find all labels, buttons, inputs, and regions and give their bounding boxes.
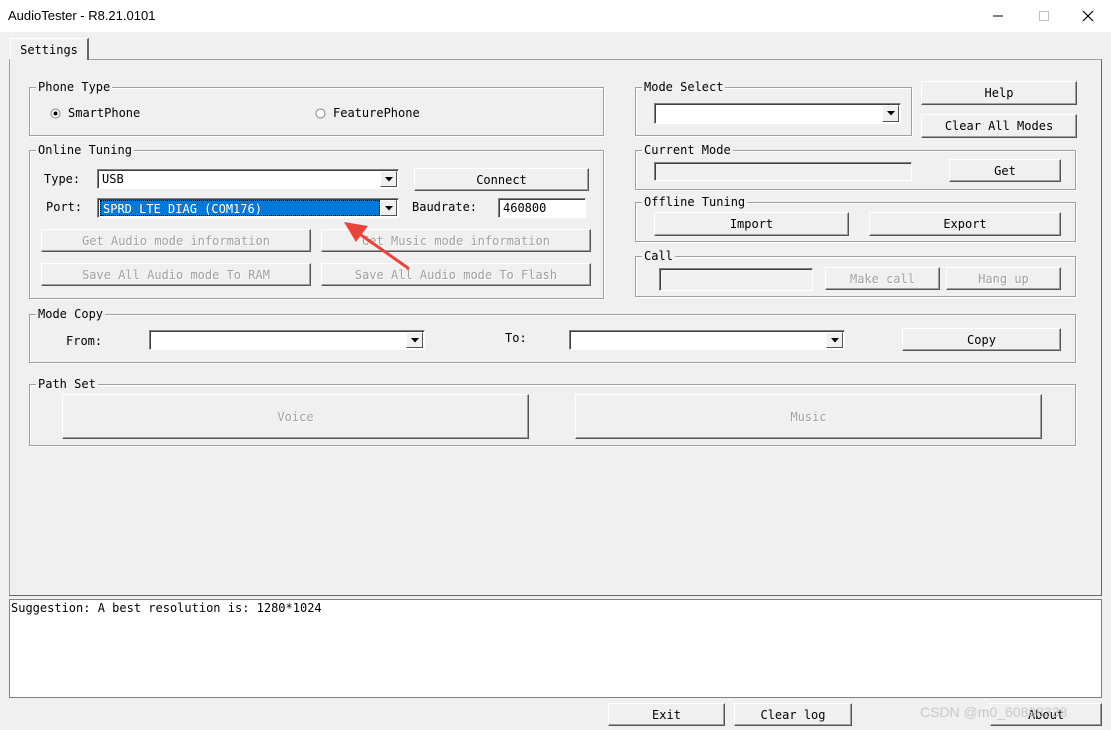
annotation-arrow [344,222,410,270]
type-combo-value: USB [102,172,124,186]
clear-log-button[interactable]: Clear log [734,703,852,726]
minimize-button[interactable] [975,0,1021,32]
get-audio-mode-button[interactable]: Get Audio mode information [41,229,311,252]
get-button[interactable]: Get [949,159,1061,182]
smartphone-radio[interactable]: SmartPhone [50,106,140,120]
call-number-field [659,268,813,291]
path-set-label: Path Set [36,377,98,391]
mode-select-arrow[interactable] [882,105,899,122]
connect-button[interactable]: Connect [414,168,589,191]
title-bar [0,0,1111,32]
type-combo[interactable]: USB [97,169,399,189]
smartphone-label: SmartPhone [68,106,141,120]
mode-select-combo[interactable] [654,103,901,124]
log-text: Suggestion: A best resolution is: 1280*1… [11,601,322,615]
save-ram-button[interactable]: Save All Audio mode To RAM [41,263,311,286]
phone-type-label: Phone Type [36,80,113,94]
baudrate-label: Baudrate: [412,200,478,214]
radio-checked-icon [50,108,61,118]
featurephone-label: FeaturePhone [333,106,420,120]
type-label: Type: [44,172,81,186]
to-combo[interactable] [569,330,845,350]
current-mode-label: Current Mode [642,143,733,157]
chevron-down-icon [384,176,393,181]
copy-button[interactable]: Copy [902,328,1061,351]
hang-up-button[interactable]: Hang up [946,267,1061,290]
minimize-icon [993,15,1003,17]
featurephone-radio[interactable]: FeaturePhone [315,106,420,120]
to-combo-arrow[interactable] [826,332,843,348]
mode-copy-label: Mode Copy [36,307,106,321]
maximize-button[interactable] [1021,0,1067,32]
log-output[interactable]: Suggestion: A best resolution is: 1280*1… [9,599,1102,698]
current-mode-field [654,162,912,181]
make-call-button[interactable]: Make call [825,267,940,290]
radio-unchecked-icon [315,108,326,118]
from-combo[interactable] [149,330,425,350]
exit-button[interactable]: Exit [608,703,725,726]
close-icon [1082,10,1094,22]
from-label: From: [66,334,103,348]
chevron-down-icon [830,337,839,342]
call-label: Call [642,249,675,263]
watermark: CSDN @m0_60898338 [920,704,1068,720]
tab-settings[interactable]: Settings [10,38,89,60]
import-button[interactable]: Import [654,212,849,236]
clear-all-modes-button[interactable]: Clear All Modes [921,114,1077,138]
export-button[interactable]: Export [869,212,1061,236]
tab-settings-label: Settings [20,42,78,57]
online-tuning-label: Online Tuning [36,143,134,157]
close-button[interactable] [1065,0,1111,32]
mode-select-label: Mode Select [642,80,726,94]
voice-button[interactable]: Voice [62,394,529,439]
offline-tuning-label: Offline Tuning [642,195,748,209]
port-label: Port: [46,200,83,214]
baudrate-field[interactable]: 460800 [498,198,586,218]
maximize-icon [1039,11,1049,21]
from-combo-arrow[interactable] [406,332,423,348]
chevron-down-icon [886,111,895,116]
music-button[interactable]: Music [575,394,1042,439]
type-combo-arrow[interactable] [380,171,397,187]
window-title: AudioTester - R8.21.0101 [8,8,156,23]
chevron-down-icon [410,337,419,342]
help-button[interactable]: Help [921,81,1077,105]
to-label: To: [505,331,527,345]
